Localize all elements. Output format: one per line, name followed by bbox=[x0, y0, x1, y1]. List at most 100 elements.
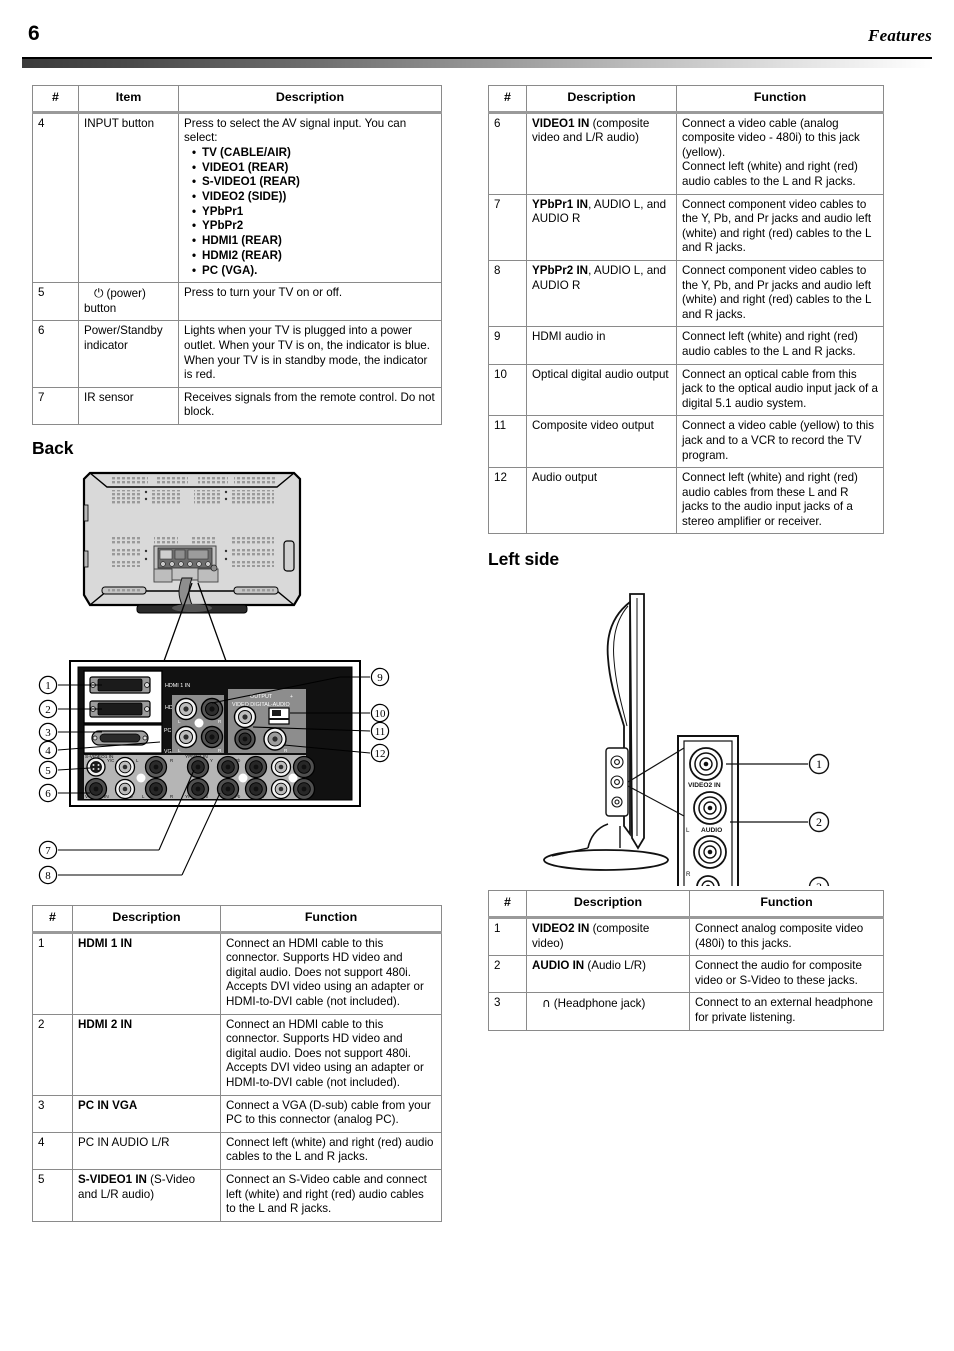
video2-in-jack bbox=[689, 747, 723, 782]
column-header-function: Function bbox=[689, 890, 884, 920]
row-number: 9 bbox=[488, 326, 527, 365]
table-row: 1 HDMI 1 IN Connect an HDMI cable to thi… bbox=[32, 931, 442, 1015]
row-description: HDMI 2 IN bbox=[72, 1013, 221, 1096]
row-function: Connect component video cables to the Y,… bbox=[676, 193, 884, 261]
input-option: TV (CABLE/AIR) bbox=[192, 146, 436, 161]
svg-text:R: R bbox=[170, 758, 173, 763]
right-column: # Description Function 6 VIDEO1 IN (comp… bbox=[488, 85, 884, 1031]
row-number: 3 bbox=[488, 992, 527, 1031]
connector-panel-illustration: HDMI 1 IN HDMI 2 IN PC IN VGA bbox=[69, 660, 361, 808]
desc-rest: PC IN AUDIO L/R bbox=[78, 1135, 170, 1149]
row-function: Connect a VGA (D-sub) cable from your PC… bbox=[220, 1094, 442, 1133]
tv-side-illustration bbox=[543, 593, 669, 872]
row-item: ⏻ (power) button bbox=[78, 282, 179, 322]
row-description: Audio output bbox=[526, 467, 677, 535]
desc-bold: YPbPr2 IN bbox=[532, 263, 589, 277]
table-row: 8 YPbPr2 IN, AUDIO L, and AUDIO R Connec… bbox=[488, 259, 884, 328]
row-description: HDMI 1 IN bbox=[72, 931, 221, 1015]
callout-4: 4 bbox=[45, 745, 51, 757]
input-option: HDMI2 (REAR) bbox=[192, 249, 436, 264]
desc-rest: (Audio L/R) bbox=[584, 959, 647, 973]
column-header-num: # bbox=[32, 85, 79, 114]
callout-1: 1 bbox=[816, 757, 822, 771]
table-row: 10 Optical digital audio output Connect … bbox=[488, 363, 884, 417]
row-description: Optical digital audio output bbox=[526, 363, 677, 417]
column-header-description: Description bbox=[72, 905, 221, 934]
row-number: 10 bbox=[488, 363, 527, 417]
row-function: Connect left (white) and right (red) aud… bbox=[676, 326, 884, 365]
input-option: HDMI1 (REAR) bbox=[192, 234, 436, 249]
table-row: 4 INPUT button Press to select the AV si… bbox=[32, 111, 442, 284]
callout-11: 11 bbox=[375, 726, 386, 738]
column-header-num: # bbox=[488, 85, 527, 114]
svg-text:R: R bbox=[686, 871, 691, 878]
callout-6: 6 bbox=[45, 788, 51, 800]
column-header-function: Function bbox=[220, 905, 442, 934]
row-function: Connect left (white) and right (red) aud… bbox=[676, 467, 884, 535]
table-header-row: # Description Function bbox=[488, 85, 884, 114]
column-header-num: # bbox=[488, 890, 527, 920]
input-option: YPbPr2 bbox=[192, 219, 436, 234]
row-number: 7 bbox=[488, 193, 527, 261]
callout-5: 5 bbox=[45, 765, 51, 777]
input-option: PC (VGA). bbox=[192, 264, 436, 279]
row-description: AUDIO IN (Audio L/R) bbox=[526, 955, 690, 994]
row-number: 1 bbox=[488, 917, 527, 957]
row-description: HDMI audio in bbox=[526, 326, 677, 365]
table-row: 2 HDMI 2 IN Connect an HDMI cable to thi… bbox=[32, 1013, 442, 1096]
label-video2in: VIDEO2 IN bbox=[688, 782, 721, 789]
tv-rear-illustration bbox=[82, 471, 302, 662]
row-description: S-VIDEO1 IN (S-Video and L/R audio) bbox=[72, 1168, 221, 1222]
table-row: 5 ⏻ (power) button Press to turn your TV … bbox=[32, 282, 442, 322]
row-function: Connect an HDMI cable to this connector.… bbox=[220, 931, 442, 1015]
table-row: 2 AUDIO IN (Audio L/R) Connect the audio… bbox=[488, 955, 884, 994]
row-function: Connect component video cables to the Y,… bbox=[676, 259, 884, 328]
svg-text:+: + bbox=[290, 694, 293, 700]
table-row: 3 ∩ (Headphone jack) Connect to an extern… bbox=[488, 992, 884, 1031]
desc-rest: Audio output bbox=[532, 471, 598, 485]
row-description: VIDEO2 IN (composite video) bbox=[526, 917, 690, 957]
row-description: Composite video output bbox=[526, 415, 677, 469]
svg-text:L: L bbox=[178, 719, 181, 724]
svg-text:Y: Y bbox=[210, 758, 213, 763]
row-number: 2 bbox=[488, 955, 527, 994]
row-description: VIDEO1 IN (composite video and L/R audio… bbox=[526, 111, 677, 195]
input-option: S-VIDEO1 (REAR) bbox=[192, 175, 436, 190]
table-header-row: # Item Description bbox=[32, 85, 442, 114]
table-row: 7 IR sensor Receives signals from the re… bbox=[32, 386, 442, 426]
row-description: Press to select the AV signal input. You… bbox=[178, 111, 442, 284]
heading-left-side: Left side bbox=[488, 549, 560, 570]
rca-jacks-row-bottom bbox=[84, 777, 316, 801]
callout-10: 10 bbox=[375, 708, 387, 720]
row-function: Connect to an external headphone for pri… bbox=[689, 992, 884, 1031]
row-number: 1 bbox=[32, 931, 73, 1015]
table-row: 1 VIDEO2 IN (composite video) Connect an… bbox=[488, 917, 884, 957]
callout-7: 7 bbox=[45, 845, 51, 857]
row-number: 6 bbox=[488, 111, 527, 195]
headphone-icon: ∩ bbox=[542, 996, 551, 1011]
row-function: Connect the audio for composite video or… bbox=[689, 955, 884, 994]
desc-bold: VIDEO2 IN bbox=[532, 922, 590, 936]
row-description: YPbPr2 IN, AUDIO L, and AUDIO R bbox=[526, 259, 677, 328]
row-item: IR sensor bbox=[78, 386, 179, 426]
row-item: Power/Standby indicator bbox=[78, 320, 179, 388]
row-number: 5 bbox=[32, 282, 79, 322]
callout-9: 9 bbox=[377, 672, 383, 684]
left-side-figure: VIDEO2 IN L AUDIO R 1 2 bbox=[488, 576, 884, 887]
audio-l-jack bbox=[693, 791, 727, 826]
svg-text:L: L bbox=[686, 827, 690, 834]
power-icon: ⏻ bbox=[94, 286, 104, 301]
callout-3: 3 bbox=[816, 880, 822, 886]
page-header: 6 Features bbox=[22, 22, 932, 68]
table-row: 6 Power/Standby indicator Lights when yo… bbox=[32, 320, 442, 388]
callout-8: 8 bbox=[45, 870, 51, 882]
desc-rest: Composite video output bbox=[532, 419, 654, 433]
row-item: INPUT button bbox=[78, 111, 179, 284]
back-connectors-table-continued: # Description Function 6 VIDEO1 IN (comp… bbox=[488, 85, 884, 535]
input-options-list: TV (CABLE/AIR) VIDEO1 (REAR) S-VIDEO1 (R… bbox=[184, 146, 436, 278]
row-description: PC IN VGA bbox=[72, 1094, 221, 1133]
page-number: 6 bbox=[28, 22, 40, 45]
column-header-function: Function bbox=[676, 85, 884, 114]
desc-rest: HDMI audio in bbox=[532, 330, 606, 344]
svg-text:Y/C: Y/C bbox=[107, 758, 114, 763]
